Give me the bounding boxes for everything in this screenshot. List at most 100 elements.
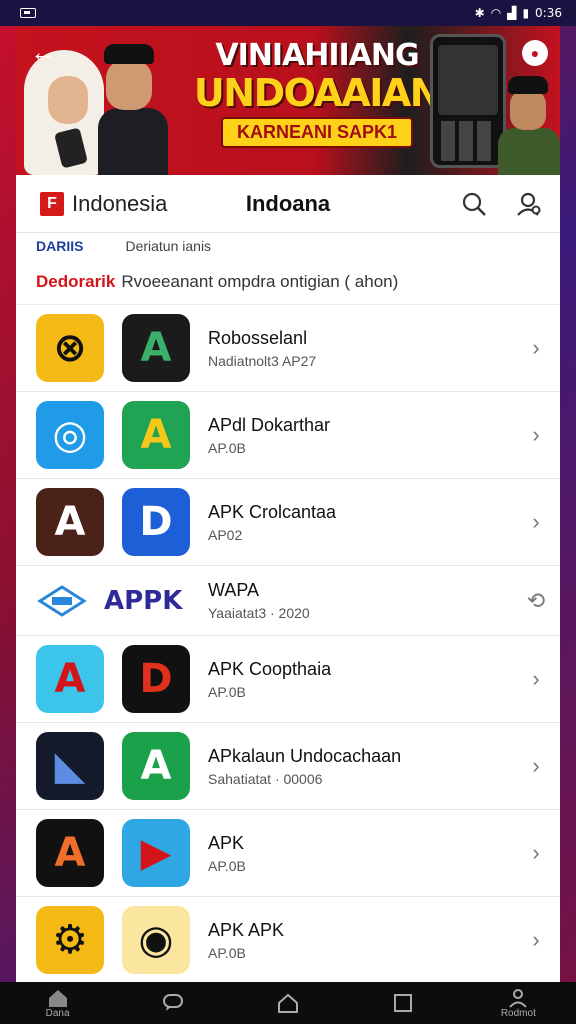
app-name: APdl Dokarthar	[208, 414, 331, 435]
app-icon-secondary[interactable]: D	[122, 488, 190, 556]
nav-home-label: Dana	[45, 1007, 70, 1019]
app-bar: F Indonesia Indoana	[16, 175, 560, 233]
status-bar: ✱ ◠ ▟ ▮ 0:36	[0, 0, 576, 26]
app-glyph-icon: A	[54, 499, 86, 545]
apk-brand-logo: APPK	[36, 584, 190, 618]
app-icon-secondary[interactable]: D	[122, 645, 190, 713]
section-header: Dedorarik Rvoeeanant ompdra ontigian ( a…	[16, 259, 560, 305]
app-icon-primary[interactable]: ⚙	[36, 906, 104, 974]
app-name: WAPA	[208, 580, 260, 600]
nav-home[interactable]: Dana	[18, 988, 98, 1019]
chevron-right-icon[interactable]: ›	[526, 666, 546, 692]
app-meta: APK AP.0B	[208, 833, 526, 874]
apk-brand-word: APPK	[104, 585, 183, 616]
tab-bar: DARIIS Deriatun ianis	[16, 233, 560, 259]
app-name: APkalaun Undocachaan	[208, 745, 402, 766]
app-subtitle: AP.0B	[208, 944, 246, 961]
system-home-icon	[277, 993, 299, 1013]
app-subtitle: Yaaiatat3 · 2020	[208, 605, 310, 621]
app-icon-primary[interactable]: A	[36, 645, 104, 713]
app-meta: WAPA Yaaiatat3 · 2020	[208, 580, 526, 621]
home-icon	[47, 988, 69, 1008]
app-icon-primary[interactable]: ◎	[36, 401, 104, 469]
section-label: Dedorarik	[36, 271, 116, 291]
chevron-right-icon[interactable]: ›	[526, 509, 546, 535]
app-list-item[interactable]: APPK WAPA Yaaiatat3 · 2020 ⟲	[16, 566, 560, 636]
app-list-item[interactable]: A D APK Coopthaia AP.0B ›	[16, 636, 560, 723]
app-icon-primary[interactable]: A	[36, 488, 104, 556]
app-subtitle: AP.0B	[208, 439, 246, 456]
back-arrow-icon[interactable]: ←	[30, 39, 56, 65]
promo-banner[interactable]: ← VINIAHIIANG UNDOAAIAN KARNEANI SAPK1 ●	[16, 26, 560, 175]
app-icon-secondary[interactable]: A	[122, 314, 190, 382]
nav-chat[interactable]	[133, 993, 213, 1013]
nav-home-button[interactable]	[248, 993, 328, 1013]
app-meta: APK APK AP.0B	[208, 920, 526, 961]
chevron-right-icon[interactable]: ›	[526, 927, 546, 953]
chevron-right-icon[interactable]: ›	[526, 335, 546, 361]
banner-line1: VINIAHIIANG	[215, 38, 419, 73]
recents-icon	[392, 993, 414, 1013]
brand-logo-icon: F	[40, 191, 64, 216]
app-glyph-icon: A	[140, 412, 172, 458]
banner-line2: UNDOAAIAN	[193, 71, 442, 115]
wifi-icon: ◠	[490, 6, 502, 20]
account-icon[interactable]	[514, 190, 542, 218]
app-glyph-icon: ◉	[138, 917, 174, 963]
nav-recents[interactable]	[363, 993, 443, 1013]
app-glyph-icon: D	[139, 499, 173, 545]
signal-icon: ▟	[507, 6, 517, 20]
app-list-item[interactable]: ◣ A APkalaun Undocachaan Sahatiatat · 00006…	[16, 723, 560, 810]
banner-phone-image	[430, 34, 506, 168]
app-glyph-icon: A	[140, 743, 172, 789]
share-icon[interactable]: ⟲	[526, 588, 546, 614]
app-glyph-icon: ▶	[140, 830, 172, 876]
app-meta: APK Coopthaia AP.0B	[208, 659, 526, 700]
banner-badge-icon[interactable]: ●	[522, 40, 548, 66]
app-list-item[interactable]: ⚙ ◉ APK APK AP.0B ›	[16, 897, 560, 982]
app-icon-primary[interactable]: ◣	[36, 732, 104, 800]
apk-emblem-icon	[36, 584, 88, 618]
tab-secondary[interactable]: Deriatun ianis	[125, 238, 211, 254]
brand-name: Indonesia	[72, 190, 168, 216]
app-meta: APK Crolcantaa AP02	[208, 502, 526, 543]
app-glyph-icon: ⊗	[53, 325, 87, 371]
app-list-item[interactable]: ◎ A APdl Dokarthar AP.0B ›	[16, 392, 560, 479]
app-glyph-icon: A	[140, 325, 172, 371]
app-icon-secondary[interactable]: A	[122, 732, 190, 800]
app-subtitle: AP02	[208, 526, 243, 543]
app-icon-primary[interactable]: ⊗	[36, 314, 104, 382]
app-meta: Robosselanl Nadiatnolt3 AP27	[208, 328, 526, 369]
app-icon-secondary[interactable]: ◉	[122, 906, 190, 974]
app-list-item[interactable]: A D APK Crolcantaa AP02 ›	[16, 479, 560, 566]
search-icon[interactable]	[460, 190, 488, 218]
chevron-right-icon[interactable]: ›	[526, 840, 546, 866]
app-subtitle: AP.0B	[208, 683, 246, 700]
tab-active[interactable]: DARIIS	[36, 238, 83, 254]
nav-profile[interactable]: Rodmot	[478, 988, 558, 1019]
page-title: Indoana	[245, 190, 331, 216]
battery-icon: ▮	[522, 6, 530, 20]
app-list-item[interactable]: A ▶ APK AP.0B ›	[16, 810, 560, 897]
app-icon-secondary[interactable]: ▶	[122, 819, 190, 887]
app-icon-secondary[interactable]: A	[122, 401, 190, 469]
status-time: 0:36	[535, 6, 562, 20]
banner-cta[interactable]: KARNEANI SAPK1	[220, 117, 414, 148]
app-subtitle: AP.0B	[208, 857, 246, 874]
app-glyph-icon: A	[54, 830, 86, 876]
app-icon-primary[interactable]: A	[36, 819, 104, 887]
chevron-right-icon[interactable]: ›	[526, 422, 546, 448]
section-description: Rvoeeanant ompdra ontigian ( ahon)	[121, 271, 399, 291]
banner-headline: VINIAHIIANG UNDOAAIAN KARNEANI SAPK1	[192, 38, 442, 148]
app-subtitle: Sahatiatat · 00006	[208, 770, 323, 787]
app-name: APK	[208, 832, 245, 853]
app-name: Robosselanl	[208, 327, 308, 348]
app-list-item[interactable]: ⊗ A Robosselanl Nadiatnolt3 AP27 ›	[16, 305, 560, 392]
app-glyph-icon: ◣	[54, 743, 86, 789]
chevron-right-icon[interactable]: ›	[526, 753, 546, 779]
app-meta: APkalaun Undocachaan Sahatiatat · 00006	[208, 746, 526, 787]
app-glyph-icon: A	[54, 656, 86, 702]
app-name: APK Crolcantaa	[208, 501, 337, 522]
app-glyph-icon: ◎	[52, 412, 88, 458]
app-subtitle: Nadiatnolt3 AP27	[208, 352, 317, 369]
